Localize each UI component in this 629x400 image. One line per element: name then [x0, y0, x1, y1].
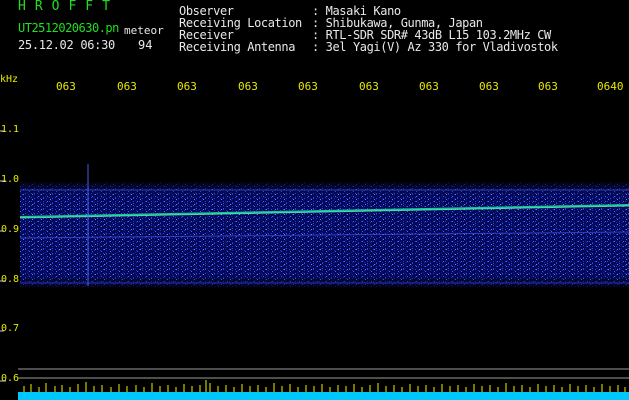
x-tick: 0640 — [597, 80, 624, 93]
x-tick: 063 — [177, 80, 197, 93]
x-tick: 063 — [419, 80, 439, 93]
date-time: 25.12.02 06:30 — [18, 38, 115, 52]
y-axis-tick-marks — [0, 130, 6, 382]
antenna-label: Receiving Antenna — [179, 40, 296, 54]
x-tick: 063 — [479, 80, 499, 93]
x-tick: 063 — [298, 80, 318, 93]
x-tick: 063 — [56, 80, 76, 93]
signal-spikes — [23, 380, 626, 392]
x-tick: 063 — [238, 80, 258, 93]
x-tick: 063 — [359, 80, 379, 93]
counter: 94 — [138, 38, 153, 52]
y-axis-unit: kHz — [0, 74, 19, 85]
file-name: UT2512020630.pn — [18, 21, 119, 35]
app-title: HROFFT — [18, 0, 119, 14]
antenna-value: : 3el Yagi(V) Az 330 for Vladivostok — [312, 40, 558, 54]
x-tick: 063 — [117, 80, 137, 93]
x-tick: 063 — [538, 80, 558, 93]
signal-strength-strip — [18, 392, 629, 400]
mode-label: meteor — [124, 24, 164, 37]
spectrogram-plot — [0, 130, 629, 400]
